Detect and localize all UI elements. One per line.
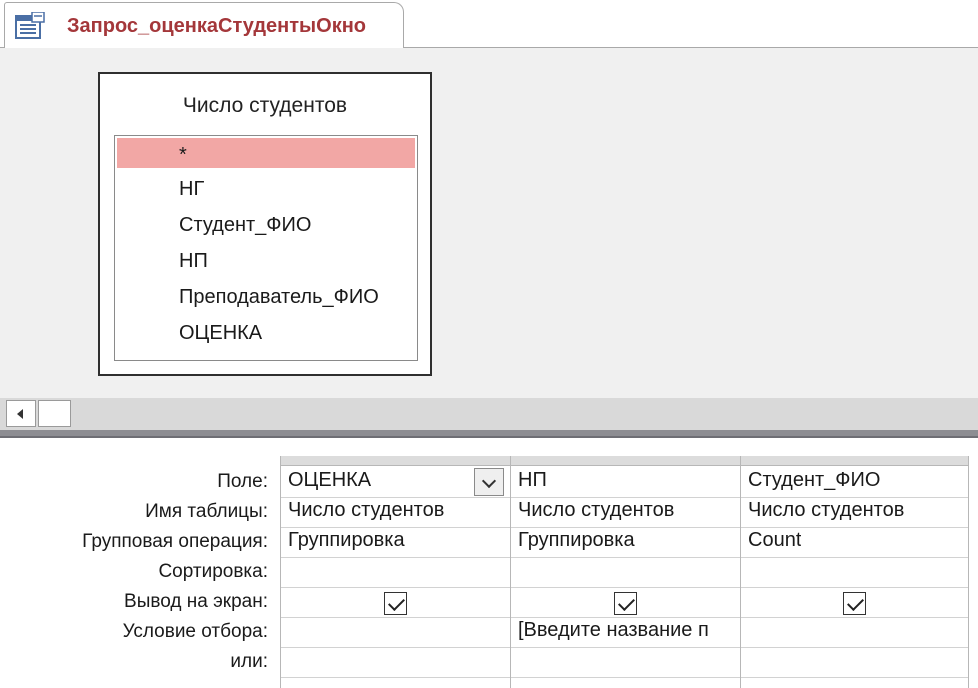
row-label-or: или:	[230, 651, 268, 672]
table-value: Число студентов	[518, 499, 675, 521]
pane-splitter[interactable]	[0, 430, 978, 438]
query-design-pane[interactable]: Число студентов * НГ Студент_ФИО НП Преп…	[0, 48, 978, 398]
grid-row-labels: Поле: Имя таблицы: Групповая операция: С…	[0, 438, 280, 688]
row-label-criteria: Условие отбора:	[122, 621, 268, 642]
total-value: Count	[748, 529, 802, 551]
show-cell[interactable]	[741, 588, 968, 618]
or-cell[interactable]	[281, 648, 510, 678]
field-value: НП	[518, 469, 547, 491]
document-tab-bar: Запрос_оценкаСтудентыОкно	[0, 0, 978, 49]
query-tab[interactable]: Запрос_оценкаСтудентыОкно	[4, 2, 404, 49]
criteria-cell[interactable]	[741, 618, 968, 648]
criteria-cell[interactable]: [Введите название п	[511, 618, 740, 648]
sort-cell[interactable]	[511, 558, 740, 588]
or-cell[interactable]	[511, 648, 740, 678]
criteria-cell[interactable]	[281, 618, 510, 648]
tab-title: Запрос_оценкаСтудентыОкно	[67, 15, 366, 37]
horizontal-scrollbar[interactable]	[0, 398, 978, 430]
chevron-down-icon[interactable]	[474, 468, 504, 496]
field-item-grade[interactable]: ОЦЕНКА	[115, 316, 417, 352]
field-item-ng[interactable]: НГ	[115, 172, 417, 208]
show-checkbox[interactable]	[383, 592, 407, 615]
grid-column-4[interactable]	[968, 456, 978, 688]
field-list[interactable]: * НГ Студент_ФИО НП Преподаватель_ФИО ОЦ…	[114, 135, 418, 361]
field-item-student-fio[interactable]: Студент_ФИО	[115, 208, 417, 244]
grid-column-3: Студент_ФИО Число студентов Count	[740, 456, 968, 688]
query-icon	[15, 12, 45, 39]
row-label-total: Групповая операция:	[82, 531, 268, 552]
field-cell[interactable]: НП	[511, 468, 740, 498]
show-checkbox[interactable]	[613, 592, 637, 615]
field-item-all[interactable]: *	[117, 138, 415, 168]
table-cell[interactable]: Число студентов	[511, 498, 740, 528]
column-selector[interactable]	[741, 456, 968, 466]
table-cell[interactable]: Число студентов	[281, 498, 510, 528]
sort-cell[interactable]	[741, 558, 968, 588]
grid-column-2: НП Число студентов Группировка [Введите …	[510, 456, 740, 688]
criteria-value: [Введите название п	[518, 619, 709, 641]
show-cell[interactable]	[511, 588, 740, 618]
row-label-table: Имя таблицы:	[145, 501, 268, 522]
or-cell[interactable]	[741, 648, 968, 678]
total-value: Группировка	[518, 529, 635, 551]
total-cell[interactable]: Count	[741, 528, 968, 558]
query-design-grid: Поле: Имя таблицы: Групповая операция: С…	[0, 438, 978, 688]
table-value: Число студентов	[288, 499, 445, 521]
row-label-sort: Сортировка:	[158, 561, 268, 582]
show-cell[interactable]	[281, 588, 510, 618]
show-checkbox[interactable]	[842, 592, 866, 615]
table-title[interactable]: Число студентов	[100, 94, 430, 118]
total-value: Группировка	[288, 529, 405, 551]
row-label-field: Поле:	[217, 471, 268, 492]
total-cell[interactable]: Группировка	[511, 528, 740, 558]
field-cell[interactable]: Студент_ФИО	[741, 468, 968, 498]
field-value: Студент_ФИО	[748, 469, 881, 491]
field-item-teacher-fio[interactable]: Преподаватель_ФИО	[115, 280, 417, 316]
total-cell[interactable]: Группировка	[281, 528, 510, 558]
field-value: ОЦЕНКА	[288, 469, 372, 491]
table-field-list-window[interactable]: Число студентов * НГ Студент_ФИО НП Преп…	[98, 72, 432, 376]
scroll-left-arrow-icon[interactable]	[6, 400, 36, 427]
grid-column-1: ОЦЕНКА Число студентов Группировка	[280, 456, 510, 688]
field-item-np[interactable]: НП	[115, 244, 417, 280]
field-cell[interactable]: ОЦЕНКА	[281, 468, 510, 498]
column-selector[interactable]	[511, 456, 740, 466]
table-value: Число студентов	[748, 499, 905, 521]
column-selector[interactable]	[281, 456, 510, 466]
scroll-thumb[interactable]	[38, 400, 71, 427]
row-label-show: Вывод на экран:	[124, 591, 268, 612]
table-cell[interactable]: Число студентов	[741, 498, 968, 528]
sort-cell[interactable]	[281, 558, 510, 588]
